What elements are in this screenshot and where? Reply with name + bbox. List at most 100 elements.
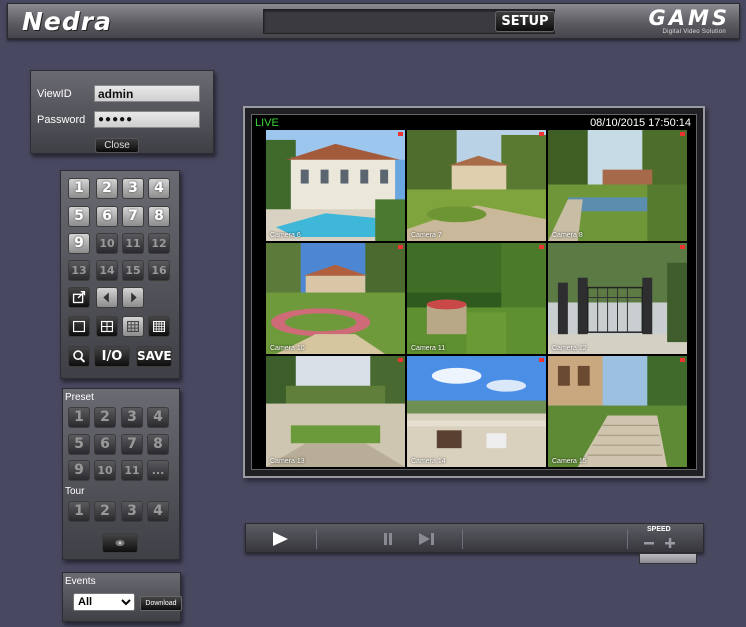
- channel-button-11[interactable]: 11: [122, 233, 144, 254]
- search-button[interactable]: [68, 346, 90, 367]
- preset-button-10[interactable]: 10: [94, 460, 116, 481]
- tour-button-3[interactable]: 3: [121, 501, 143, 522]
- tour-title: Tour: [65, 486, 85, 497]
- channel-button-12[interactable]: 12: [148, 233, 170, 254]
- separator: [316, 529, 317, 549]
- preset-button-2[interactable]: 2: [94, 407, 116, 428]
- record-indicator: [398, 132, 403, 136]
- tour-button-4[interactable]: 4: [147, 501, 169, 522]
- channel-button-3[interactable]: 3: [122, 178, 144, 199]
- nine-view-icon: [127, 320, 139, 333]
- speed-down-button[interactable]: [642, 536, 656, 550]
- preset-button-3[interactable]: 3: [121, 407, 143, 428]
- tour-button-2[interactable]: 2: [94, 501, 116, 522]
- camera-tile[interactable]: Camera 14: [407, 356, 546, 467]
- channel-button-5[interactable]: 5: [68, 206, 90, 227]
- camera-label: Camera 15: [552, 458, 587, 465]
- channel-control-panel: 1 2 3 4 5 6 7 8 9 10 11 12 13 14 15 16 I…: [60, 170, 180, 379]
- camera-label: Camera 10: [270, 345, 305, 352]
- channel-button-13[interactable]: 13: [68, 260, 90, 281]
- arrow-right-icon: [131, 292, 137, 303]
- step-forward-icon: [419, 533, 434, 545]
- events-title: Events: [65, 576, 96, 587]
- tour-button-1[interactable]: 1: [68, 501, 90, 522]
- speed-up-button[interactable]: [663, 536, 677, 550]
- camera-feed-image: [266, 356, 405, 467]
- camera-grid: Camera 6 Camera 7 Camera 8 Camera 10 Cam…: [266, 130, 687, 467]
- camera-tile[interactable]: Camera 12: [548, 243, 687, 354]
- camera-tile[interactable]: Camera 8: [548, 130, 687, 241]
- pause-button[interactable]: [376, 529, 400, 549]
- channel-button-15[interactable]: 15: [122, 260, 144, 281]
- camera-tile[interactable]: Camera 15: [548, 356, 687, 467]
- preset-button-8[interactable]: 8: [147, 434, 169, 455]
- events-filter-select[interactable]: All: [73, 593, 135, 611]
- password-field[interactable]: ●●●●●: [94, 111, 200, 128]
- record-indicator: [539, 132, 544, 136]
- close-button[interactable]: Close: [95, 138, 139, 153]
- previous-button[interactable]: [96, 287, 118, 308]
- preset-more-button[interactable]: ...: [147, 460, 169, 481]
- channel-button-8[interactable]: 8: [148, 206, 170, 227]
- play-button[interactable]: [266, 529, 296, 549]
- quad-view-icon: [100, 320, 114, 333]
- camera-feed-image: [266, 130, 405, 241]
- save-button[interactable]: SAVE: [136, 346, 172, 367]
- layout-3x3-button[interactable]: [122, 316, 144, 337]
- preset-button-11[interactable]: 11: [121, 460, 143, 481]
- record-indicator: [680, 358, 685, 362]
- setup-button[interactable]: SETUP: [495, 11, 555, 32]
- camera-tile[interactable]: Camera 6: [266, 130, 405, 241]
- play-icon: [273, 532, 288, 546]
- brand-logo: Nedra: [22, 7, 112, 36]
- camera-tile[interactable]: Camera 7: [407, 130, 546, 241]
- record-indicator: [539, 245, 544, 249]
- ptz-control-button[interactable]: [102, 533, 138, 553]
- channel-button-2[interactable]: 2: [96, 178, 118, 199]
- speed-slider[interactable]: [639, 553, 697, 564]
- layout-4x4-button[interactable]: [148, 316, 170, 337]
- channel-button-6[interactable]: 6: [96, 206, 118, 227]
- preset-panel: Preset 1 2 3 4 5 6 7 8 9 10 11 ... Tour …: [62, 388, 180, 560]
- plus-icon: [665, 538, 675, 548]
- ptz-dome-icon: [115, 539, 125, 547]
- preset-button-7[interactable]: 7: [121, 434, 143, 455]
- layout-2x2-button[interactable]: [96, 316, 118, 337]
- gams-logo: GAMS: [648, 6, 730, 30]
- camera-tile[interactable]: Camera 11: [407, 243, 546, 354]
- channel-button-7[interactable]: 7: [122, 206, 144, 227]
- channel-button-1[interactable]: 1: [68, 178, 90, 199]
- events-panel: Events All Download: [62, 572, 182, 622]
- record-indicator: [539, 358, 544, 362]
- step-forward-button[interactable]: [414, 529, 442, 549]
- next-button[interactable]: [122, 287, 144, 308]
- viewid-field[interactable]: admin: [94, 85, 200, 102]
- camera-tile[interactable]: Camera 13: [266, 356, 405, 467]
- preset-button-1[interactable]: 1: [68, 407, 90, 428]
- popout-button[interactable]: [68, 287, 90, 308]
- io-button[interactable]: I/O: [94, 346, 130, 367]
- camera-label: Camera 14: [411, 458, 446, 465]
- record-indicator: [398, 358, 403, 362]
- camera-label: Camera 13: [270, 458, 305, 465]
- live-indicator: LIVE: [255, 117, 279, 129]
- channel-button-10[interactable]: 10: [96, 233, 118, 254]
- preset-button-4[interactable]: 4: [147, 407, 169, 428]
- channel-button-16[interactable]: 16: [148, 260, 170, 281]
- arrow-left-icon: [103, 292, 109, 303]
- minus-icon: [644, 542, 654, 545]
- channel-button-9[interactable]: 9: [68, 233, 90, 254]
- camera-label: Camera 11: [411, 345, 446, 352]
- preset-button-9[interactable]: 9: [68, 460, 90, 481]
- channel-button-14[interactable]: 14: [96, 260, 118, 281]
- record-indicator: [680, 245, 685, 249]
- preset-button-6[interactable]: 6: [94, 434, 116, 455]
- preset-button-5[interactable]: 5: [68, 434, 90, 455]
- sixteen-view-icon: [153, 320, 165, 333]
- popout-icon: [72, 290, 86, 304]
- layout-1x1-button[interactable]: [68, 316, 90, 337]
- camera-tile[interactable]: Camera 10: [266, 243, 405, 354]
- camera-feed-image: [548, 130, 687, 241]
- download-button[interactable]: Download: [140, 596, 182, 611]
- channel-button-4[interactable]: 4: [148, 178, 170, 199]
